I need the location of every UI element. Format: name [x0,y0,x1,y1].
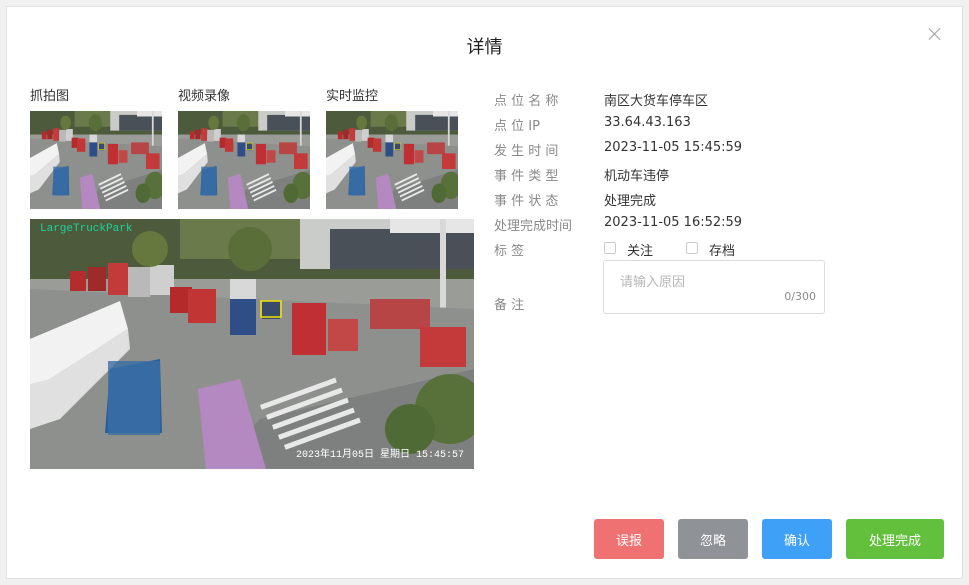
dialog-title: 详情 [466,37,503,58]
remark-textarea[interactable]: 请输入原因 0/300 [603,260,825,314]
detail-dialog: 详情 抓拍图 视频录像 实时监控 LargeTruckPark 2023年11月… [6,6,963,579]
complete-button[interactable]: 处理完成 [846,519,944,559]
label-time: 发 生 时 间 [494,144,559,159]
live-thumbnail[interactable] [326,111,458,209]
snapshot-thumbnail[interactable] [30,111,162,209]
false-report-button[interactable]: 误报 [594,519,664,559]
label-remark: 备 注 [494,298,525,313]
main-snapshot-image: LargeTruckPark 2023年11月05日 星期日 15:45:57 [30,219,474,469]
value-point-name: 南区大货车停车区 [604,94,709,109]
label-point-name: 点 位 名 称 [494,94,559,109]
checkbox-focus-label[interactable]: 关注 [627,240,653,259]
confirm-button[interactable]: 确认 [762,519,832,559]
checkbox-archive[interactable] [686,242,698,254]
checkbox-archive-label[interactable]: 存档 [709,240,735,259]
checkbox-focus[interactable] [604,242,616,254]
close-icon[interactable] [928,27,942,41]
value-status: 处理完成 [604,194,657,209]
video-thumbnail[interactable] [178,111,310,209]
overlay-label: LargeTruckPark [40,223,133,235]
thumb-label-video: 视频录像 [178,89,231,104]
label-tags: 标 签 [494,244,525,259]
remark-placeholder: 请输入原因 [620,275,686,290]
ignore-button[interactable]: 忽略 [678,519,748,559]
value-done-time: 2023-11-05 16:52:59 [604,215,743,230]
overlay-timestamp: 2023年11月05日 星期日 15:45:57 [296,447,464,461]
label-type: 事 件 类 型 [494,169,559,184]
thumb-label-live: 实时监控 [326,89,379,104]
remark-counter: 0/300 [784,290,816,303]
label-point-ip: 点 位 IP [494,119,540,134]
value-time: 2023-11-05 15:45:59 [604,140,743,155]
value-type: 机动车违停 [604,169,670,184]
value-point-ip: 33.64.43.163 [604,115,691,130]
label-status: 事 件 状 态 [494,194,559,209]
thumb-label-snapshot: 抓拍图 [30,89,70,104]
label-done-time: 处理完成时间 [494,219,573,234]
